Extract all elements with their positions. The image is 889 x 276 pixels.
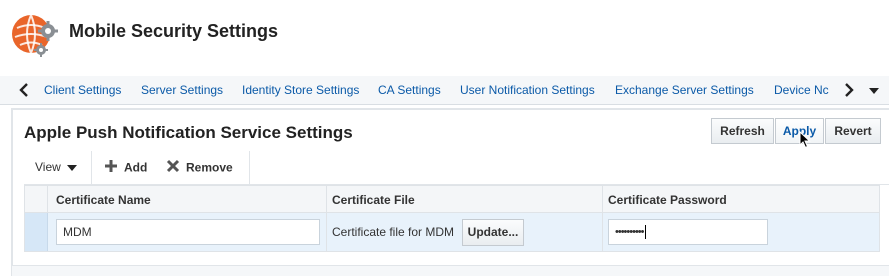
certificate-name-input[interactable]: MDM — [56, 219, 320, 245]
plus-icon — [104, 159, 118, 176]
column-divider — [326, 186, 327, 213]
tab-client-settings[interactable]: Client Settings — [44, 83, 121, 97]
apns-settings-content: Apple Push Notification Service Settings… — [12, 109, 889, 266]
add-button[interactable]: Add — [104, 160, 147, 177]
certificate-file-text: Certificate file for MDM — [332, 225, 455, 239]
remove-button[interactable]: Remove — [166, 159, 233, 177]
apns-settings-panel: Apple Push Notification Service Settings… — [11, 108, 889, 276]
column-header-certificate-password[interactable]: Certificate Password — [608, 193, 727, 207]
table-toolbar: View Add Remove — [24, 151, 889, 185]
section-title: Apple Push Notification Service Settings — [24, 123, 353, 142]
tab-identity-store-settings[interactable]: Identity Store Settings — [242, 83, 359, 97]
page-title: Mobile Security Settings — [69, 21, 279, 41]
table-header: Certificate Name Certificate File Certif… — [24, 185, 880, 213]
text-caret — [644, 225, 646, 240]
update-certificate-button[interactable]: Update... — [462, 219, 524, 246]
password-value: •••••••••• — [615, 226, 644, 238]
certificate-password-input[interactable]: •••••••••• — [608, 219, 768, 245]
row-selector[interactable] — [25, 213, 48, 251]
settings-tabs-bar: Client Settings Server Settings Identity… — [0, 76, 889, 105]
tab-server-settings[interactable]: Server Settings — [141, 83, 223, 97]
tabs-list: Client Settings Server Settings Identity… — [38, 76, 833, 104]
remove-button-label: Remove — [186, 160, 233, 175]
column-header-certificate-name[interactable]: Certificate Name — [56, 193, 151, 207]
tab-ca-settings[interactable]: CA Settings — [378, 83, 441, 97]
view-menu-label: View — [35, 160, 61, 174]
column-divider — [326, 213, 327, 251]
table-row[interactable]: MDM Certificate file for MDM Update... •… — [24, 213, 880, 252]
column-header-certificate-file[interactable]: Certificate File — [332, 193, 415, 207]
refresh-button[interactable]: Refresh — [711, 118, 774, 144]
tab-exchange-server-settings[interactable]: Exchange Server Settings — [615, 83, 754, 97]
chevron-down-icon — [66, 164, 77, 171]
tabs-overflow-dropdown-icon[interactable] — [867, 80, 885, 100]
page-header: Mobile Security Settings — [0, 0, 889, 70]
tab-user-notification-settings[interactable]: User Notification Settings — [460, 83, 595, 97]
add-button-label: Add — [124, 160, 148, 175]
mouse-pointer-icon — [799, 130, 811, 154]
toolbar-divider — [91, 151, 92, 184]
tab-device-nc[interactable]: Device Nc — [774, 83, 829, 97]
view-menu[interactable]: View — [35, 160, 77, 174]
close-icon — [166, 159, 180, 176]
scroll-left-icon[interactable] — [17, 80, 35, 100]
column-divider — [602, 186, 603, 213]
column-divider — [602, 213, 603, 251]
column-divider — [47, 186, 48, 213]
mobile-security-logo-icon — [11, 10, 61, 58]
revert-button[interactable]: Revert — [825, 118, 881, 144]
scroll-right-icon[interactable] — [842, 80, 860, 100]
toolbar-divider — [249, 151, 250, 184]
